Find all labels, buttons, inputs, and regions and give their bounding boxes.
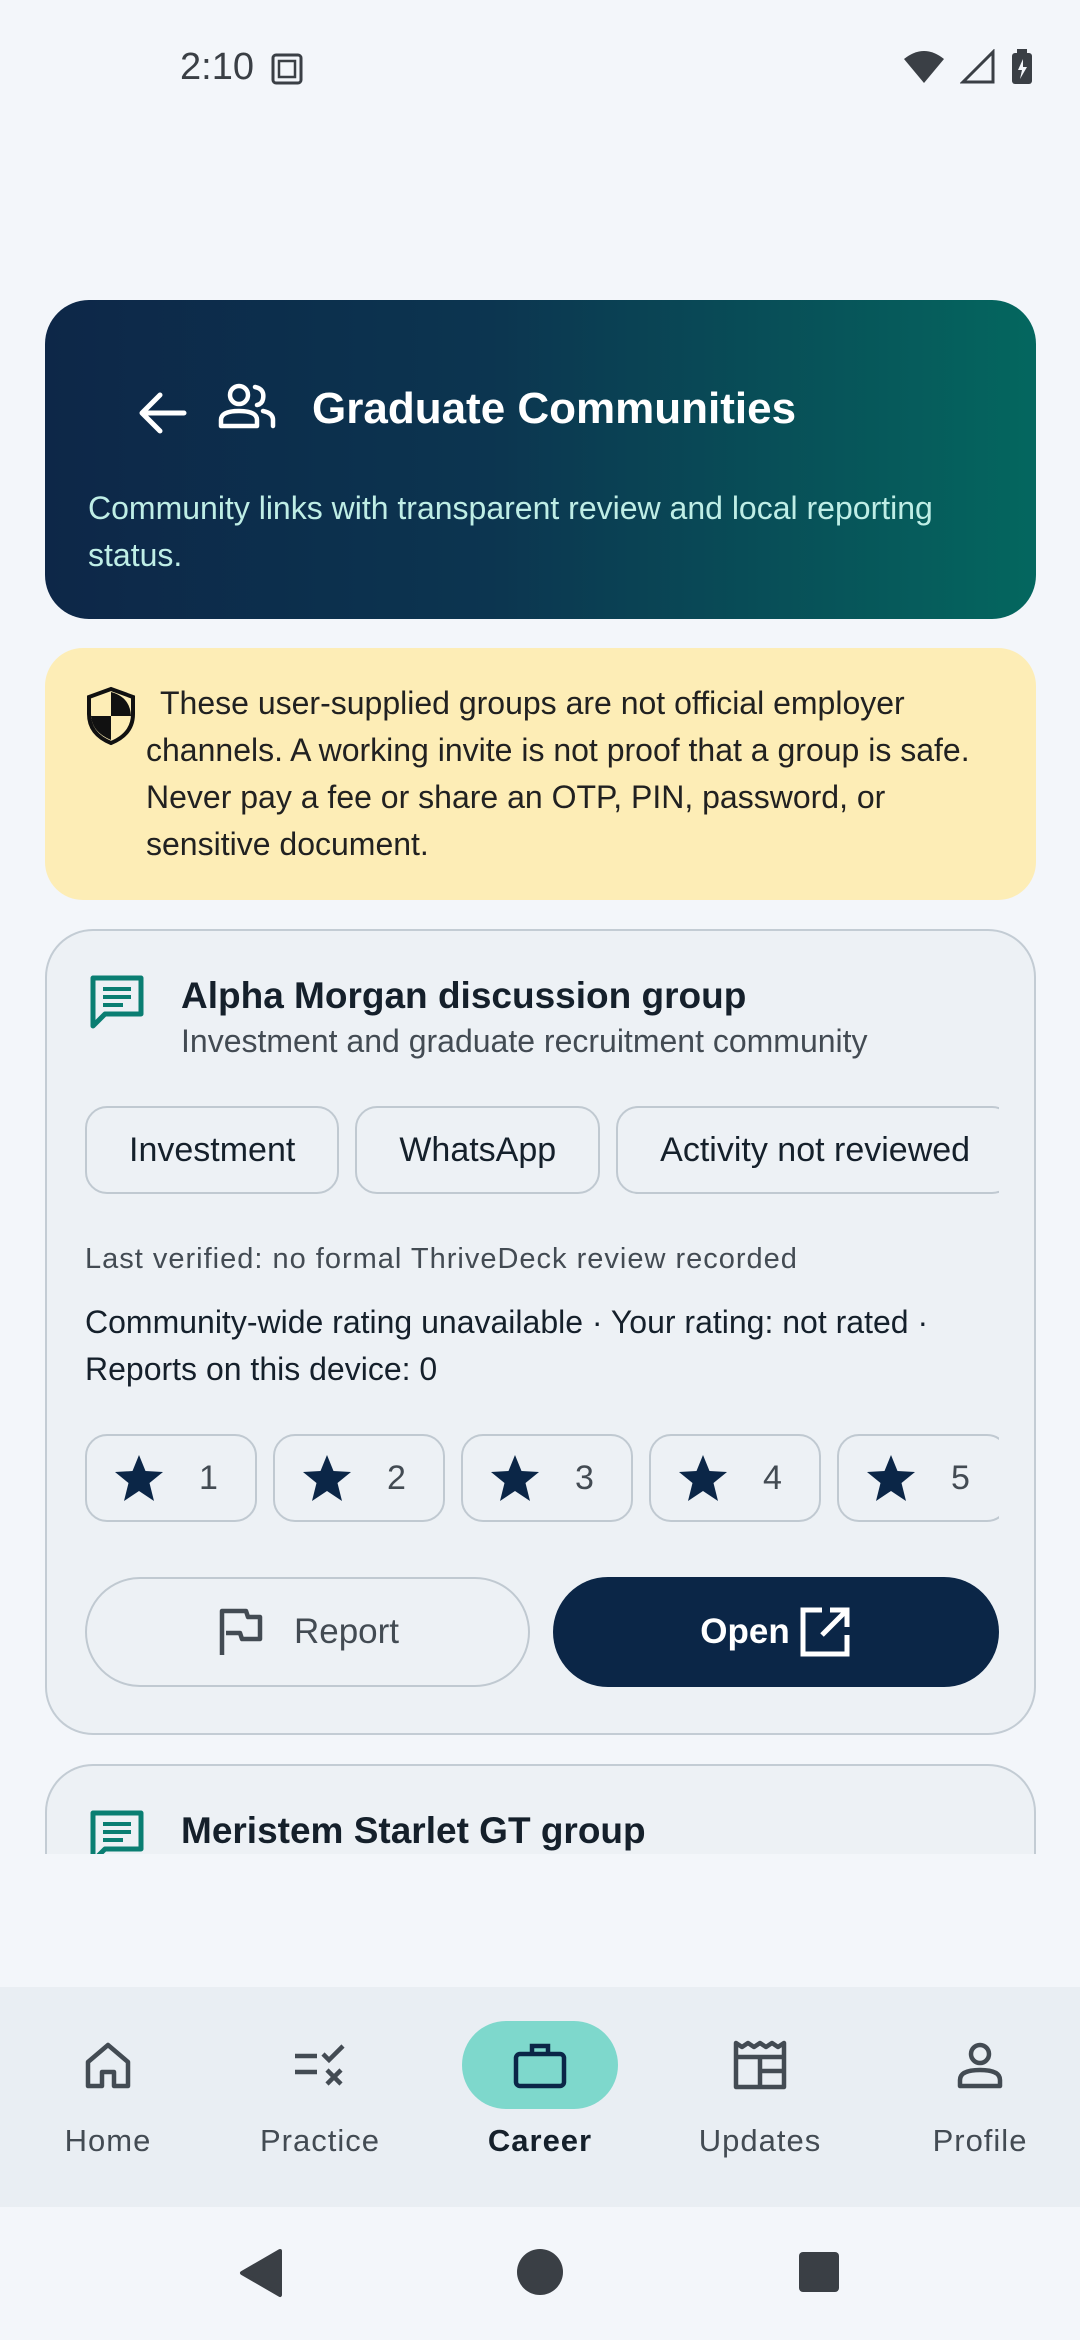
page-title: Graduate Communities: [312, 384, 797, 433]
nav-label: Updates: [698, 2123, 822, 2158]
group-icon: [217, 382, 277, 435]
briefcase-icon: [513, 2043, 567, 2089]
chat-icon: [87, 1808, 147, 1854]
system-home-icon[interactable]: [515, 2247, 565, 2302]
community-card: Meristem Starlet GT group: [45, 1764, 1036, 1854]
tag-chips: Investment WhatsApp Activity not reviewed: [85, 1106, 999, 1196]
arrow-back-icon: [139, 392, 187, 434]
star-icon: [491, 1455, 539, 1501]
back-button[interactable]: [127, 378, 197, 448]
nav-profile[interactable]: Profile: [872, 1987, 1080, 2207]
chat-icon: [87, 973, 147, 1036]
page-subtitle: Community links with transparent review …: [88, 490, 933, 573]
chip-activity[interactable]: Activity not reviewed: [616, 1106, 999, 1194]
status-time: 2:10: [180, 46, 254, 88]
nav-home[interactable]: Home: [0, 1987, 216, 2207]
open-button[interactable]: Open: [553, 1577, 999, 1687]
nav-label: Profile: [932, 2123, 1028, 2158]
rate-1-button[interactable]: 1: [85, 1434, 257, 1522]
nav-practice[interactable]: Practice: [212, 1987, 428, 2207]
community-title: Alpha Morgan discussion group: [181, 975, 747, 1016]
chip-category[interactable]: Investment: [85, 1106, 340, 1194]
nav-label: Career: [487, 2123, 593, 2158]
rating-buttons: 1 2 3 4 5: [85, 1434, 999, 1524]
home-icon: [85, 2042, 131, 2089]
rate-label: 4: [763, 1458, 782, 1497]
newspaper-icon: [733, 2040, 787, 2090]
community-title: Meristem Starlet GT group: [181, 1810, 646, 1851]
rate-3-button[interactable]: 3: [461, 1434, 633, 1522]
header-card: Graduate Communities Community links wit…: [45, 300, 1036, 619]
community-card: Alpha Morgan discussion group Investment…: [45, 929, 1036, 1735]
practice-icon: [295, 2044, 345, 2086]
signal-icon: [959, 48, 996, 90]
shield-icon: [85, 686, 137, 751]
community-subtitle: Investment and graduate recruitment comm…: [181, 1023, 868, 1059]
safety-warning: These user-supplied groups are not offic…: [45, 648, 1036, 900]
rate-label: 2: [387, 1458, 406, 1497]
rate-label: 1: [199, 1458, 218, 1497]
rate-5-button[interactable]: 5: [837, 1434, 999, 1522]
system-back-icon[interactable]: [236, 2247, 284, 2304]
bottom-navigation: Home Practice Career Updates Profile: [0, 1987, 1080, 2207]
chip-platform[interactable]: WhatsApp: [355, 1106, 601, 1194]
star-icon: [867, 1455, 915, 1501]
system-recents-icon[interactable]: [797, 2250, 841, 2299]
wifi-icon: [902, 49, 946, 90]
system-navigation: [0, 2207, 1080, 2340]
nav-label: Home: [64, 2123, 152, 2158]
flag-icon: [219, 1608, 263, 1655]
star-icon: [115, 1455, 163, 1501]
rate-4-button[interactable]: 4: [649, 1434, 821, 1522]
last-verified: Last verified: no formal ThriveDeck revi…: [85, 1243, 798, 1275]
rate-label: 5: [951, 1458, 970, 1497]
nav-label: Practice: [260, 2123, 380, 2158]
rating-info: Community-wide rating unavailable · Your…: [85, 1304, 929, 1387]
open-in-new-icon: [800, 1607, 850, 1657]
star-icon: [679, 1455, 727, 1501]
sim-card-icon: [270, 52, 304, 91]
status-bar: 2:10: [0, 0, 1080, 140]
warning-text: These user-supplied groups are not offic…: [146, 685, 970, 862]
nav-updates[interactable]: Updates: [652, 1987, 868, 2207]
star-icon: [303, 1455, 351, 1501]
open-label: Open: [700, 1612, 790, 1651]
report-label: Report: [293, 1612, 400, 1651]
nav-career[interactable]: Career: [432, 1987, 648, 2207]
rate-2-button[interactable]: 2: [273, 1434, 445, 1522]
battery-icon: [1010, 48, 1034, 91]
report-button[interactable]: Report: [85, 1577, 530, 1687]
person-icon: [957, 2042, 1003, 2089]
rate-label: 3: [575, 1458, 594, 1497]
